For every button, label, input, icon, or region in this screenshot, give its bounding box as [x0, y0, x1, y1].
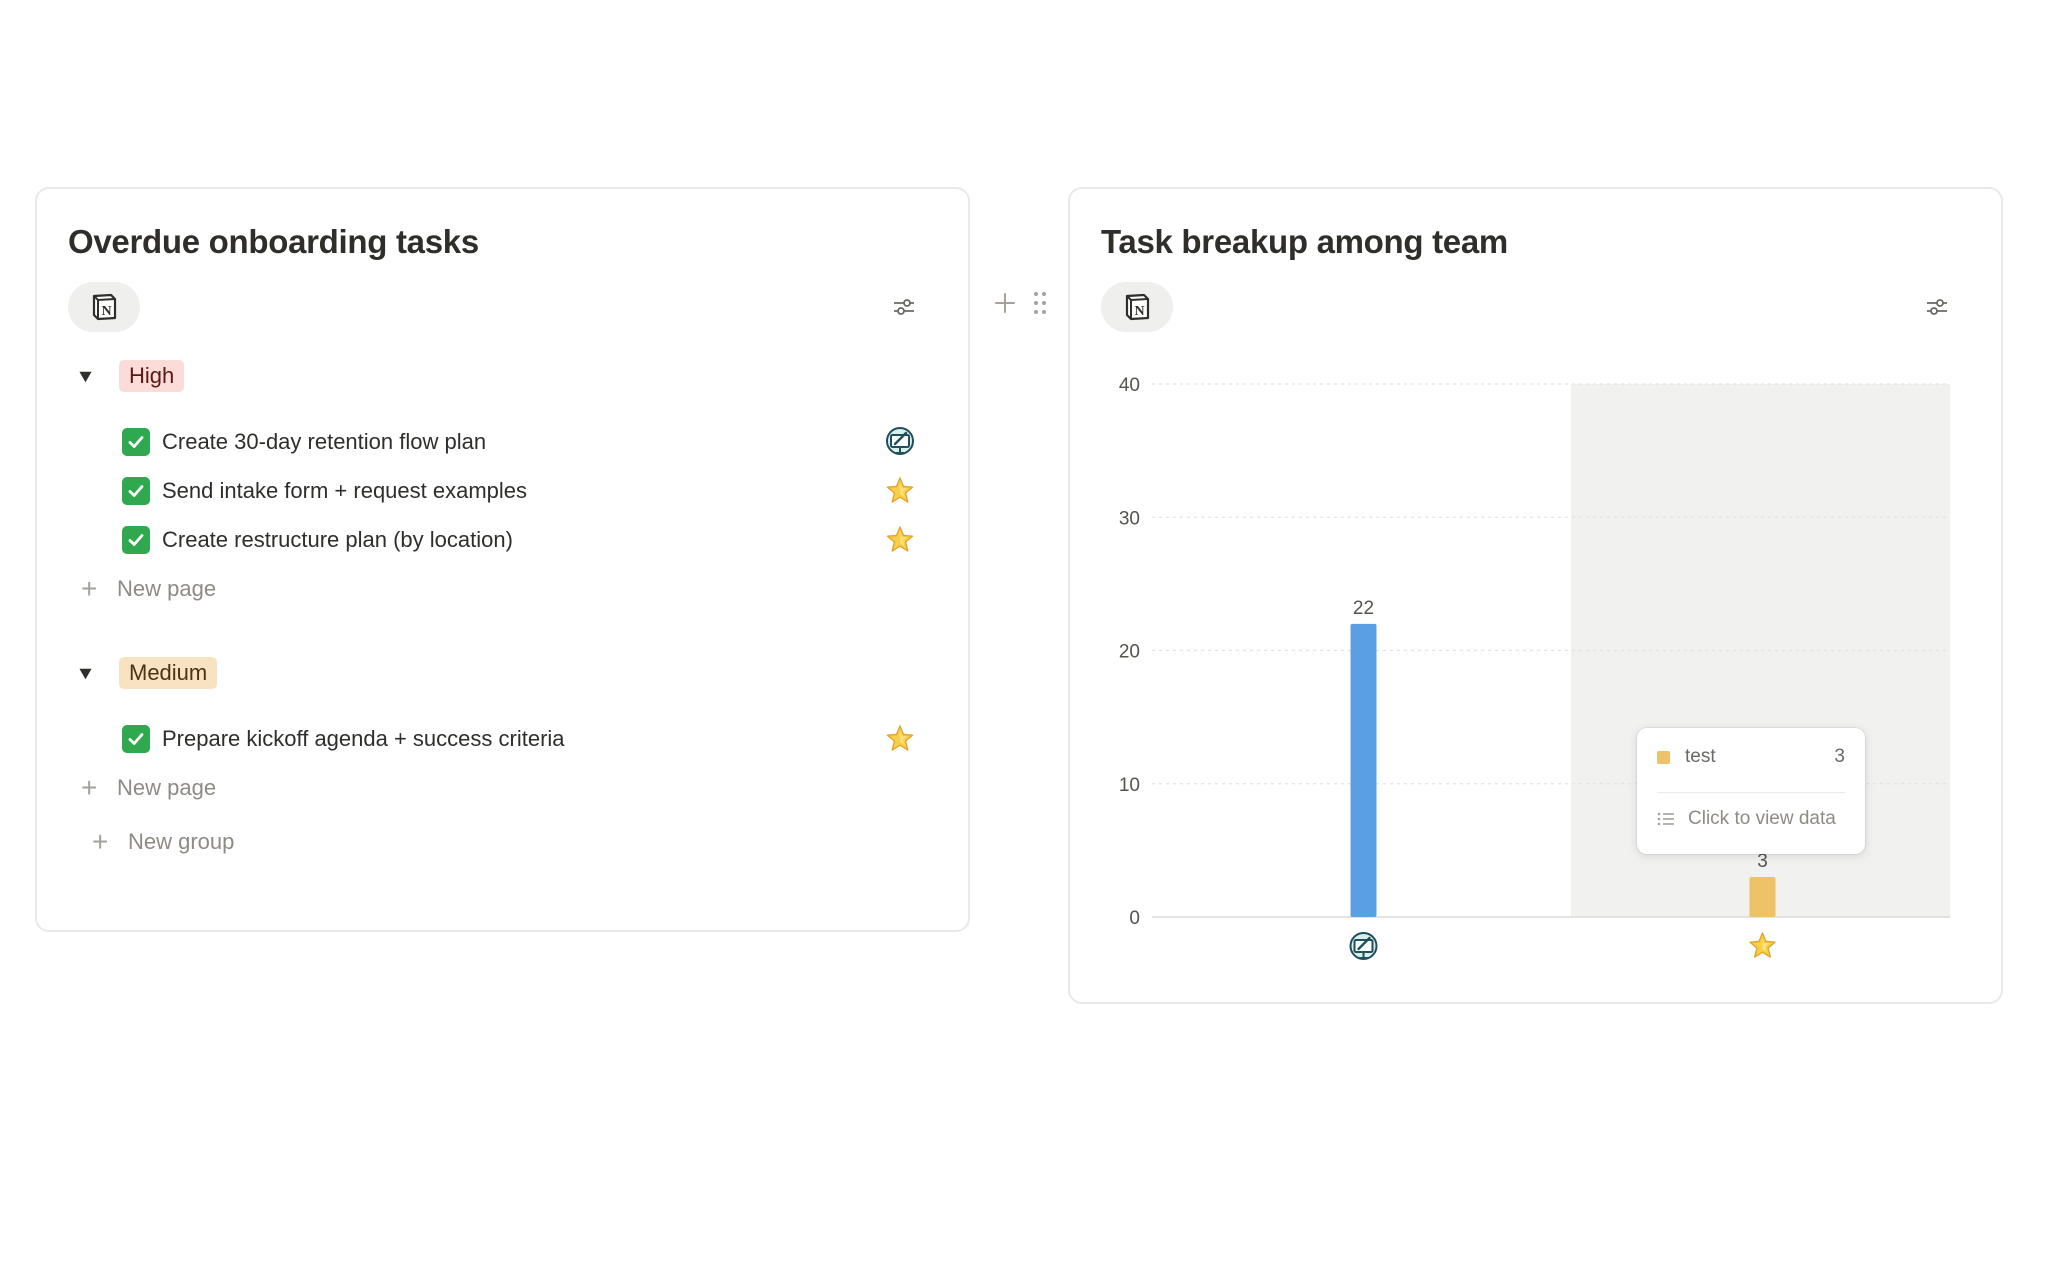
bar-chart[interactable]: 0 10 20 30 40 22 3: [1070, 189, 2001, 1002]
task-title[interactable]: Create restructure plan (by location): [162, 527, 882, 553]
computer-icon: [882, 424, 918, 460]
star-icon: [882, 522, 918, 558]
card-title: Overdue onboarding tasks: [68, 223, 479, 260]
new-page-label: New page: [117, 775, 217, 800]
chart-tooltip[interactable]: test 3 Click to view data: [1637, 728, 1865, 854]
task-row[interactable]: Create 30-day retention flow plan: [122, 422, 918, 462]
star-icon: [882, 473, 918, 509]
tooltip-value: 3: [1834, 746, 1845, 767]
view-data-link[interactable]: Click to view data: [1657, 808, 1836, 830]
check-mark-icon: [122, 477, 150, 505]
y-tick-label: 40: [1119, 375, 1140, 396]
drag-handle-icon[interactable]: [1033, 290, 1047, 316]
plus-icon: +: [92, 826, 109, 857]
y-tick-label: 10: [1119, 775, 1140, 796]
group-header-medium[interactable]: ▼ Medium: [75, 657, 218, 689]
check-mark-icon: [122, 725, 150, 753]
y-tick-label: 0: [1129, 908, 1140, 929]
data-label: 3: [1757, 851, 1768, 872]
task-title[interactable]: Send intake form + request examples: [162, 478, 882, 504]
new-page-label: New page: [117, 576, 217, 601]
check-mark-icon: [122, 526, 150, 554]
task-title[interactable]: Create 30-day retention flow plan: [162, 429, 882, 455]
new-group-label: New group: [128, 829, 235, 854]
notion-logo-icon: N: [92, 293, 117, 321]
plus-icon: +: [81, 573, 98, 604]
group-header-high[interactable]: ▼ High: [75, 360, 185, 392]
view-data-label: Click to view data: [1688, 808, 1836, 829]
settings-button[interactable]: [890, 293, 918, 321]
collapse-triangle-icon[interactable]: ▼: [75, 366, 103, 387]
tooltip-divider: [1657, 792, 1845, 793]
sliders-icon: [894, 299, 914, 315]
notion-source-chip[interactable]: N: [68, 282, 140, 332]
add-block-icon[interactable]: [993, 291, 1017, 315]
bar: [1350, 623, 1377, 917]
task-row[interactable]: Send intake form + request examples: [122, 471, 918, 511]
new-page-button[interactable]: + New page: [81, 771, 216, 805]
tooltip-series-row: test 3: [1657, 746, 1845, 768]
overdue-tasks-card: Overdue onboarding tasks N ▼ High Create…: [35, 187, 970, 932]
data-label: 22: [1353, 598, 1374, 619]
group-tag: High: [119, 360, 185, 392]
x-tick-computer-icon: [1349, 932, 1378, 960]
svg-text:N: N: [101, 304, 111, 319]
list-icon: [1657, 812, 1674, 826]
check-mark-icon: [122, 428, 150, 456]
block-handles: [993, 290, 1047, 316]
star-icon: [882, 721, 918, 757]
plus-icon: +: [81, 772, 98, 803]
tooltip-series-name: test: [1685, 746, 1716, 767]
bar: [1749, 877, 1776, 917]
y-tick-label: 30: [1119, 508, 1140, 529]
group-tag: Medium: [119, 657, 218, 689]
y-tick-label: 20: [1119, 642, 1140, 663]
legend-swatch: [1657, 750, 1670, 764]
task-row[interactable]: Create restructure plan (by location): [122, 520, 918, 560]
task-breakup-card: Task breakup among team N 0 10 20 30 40 22 3 t…: [1068, 187, 2003, 1004]
collapse-triangle-icon[interactable]: ▼: [75, 663, 103, 684]
new-group-button[interactable]: + New group: [92, 825, 234, 859]
task-title[interactable]: Prepare kickoff agenda + success criteri…: [162, 726, 882, 752]
new-page-button[interactable]: + New page: [81, 572, 216, 606]
task-row[interactable]: Prepare kickoff agenda + success criteri…: [122, 719, 918, 759]
x-tick-star-icon: [1749, 932, 1776, 958]
